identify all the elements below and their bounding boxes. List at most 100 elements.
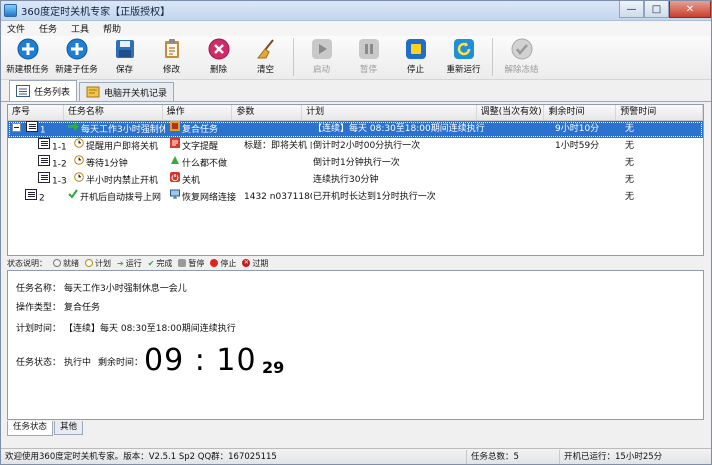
minimize-button[interactable]: — <box>619 1 644 18</box>
start-button[interactable]: 启动 <box>298 36 345 75</box>
toolbar-separator <box>293 38 294 76</box>
delete-button[interactable]: 删除 <box>195 36 242 75</box>
collapse-icon[interactable] <box>12 122 21 139</box>
col-no[interactable]: 序号 <box>8 105 64 120</box>
ready-icon <box>53 259 61 267</box>
app-icon <box>4 4 17 17</box>
list-icon <box>38 138 50 155</box>
plus-circle-icon <box>66 38 88 60</box>
task-grid: 序号 任务名称 操作 参数 计划 调整(当次有效) 剩余时间 预警时间 1 每天… <box>7 104 704 256</box>
maximize-button[interactable]: □ <box>644 1 669 18</box>
stop-icon <box>210 259 219 267</box>
menu-tools[interactable]: 工具 <box>71 22 89 35</box>
stop-icon <box>405 38 427 60</box>
tab-power-log[interactable]: 电脑开关机记录 <box>79 82 175 101</box>
main-window: 360度定时关机专家【正版授权】 — □ ✕ 文件 任务 工具 帮助 新建根任务… <box>0 0 712 465</box>
clock-icon <box>74 155 84 172</box>
composite-task-icon <box>170 121 180 138</box>
network-icon <box>170 189 180 206</box>
col-plan[interactable]: 计划 <box>302 105 477 120</box>
running-arrow-icon <box>68 121 79 138</box>
rerun-button[interactable]: 重新运行 <box>439 36 488 75</box>
task-list-icon <box>16 85 30 97</box>
countdown-seconds: 29 <box>262 358 285 377</box>
task-name-label: 任务名称： <box>16 284 62 294</box>
table-row[interactable]: 1-3 半小时内禁止开机 关机 连续执行30分钟 无 <box>8 172 703 189</box>
clear-button[interactable]: 清空 <box>242 36 289 75</box>
plan-time-value: 【连续】每天 08:30至18:00期间连续执行 <box>64 324 236 334</box>
tab-task-list[interactable]: 任务列表 <box>9 80 78 101</box>
task-status-label: 任务状态： <box>16 358 62 368</box>
countdown-timer: 09 : 10 <box>144 343 257 378</box>
legend-running: ➔ 运行 <box>117 258 142 268</box>
col-name[interactable]: 任务名称 <box>64 105 163 120</box>
task-detail-panel: 任务名称： 每天工作3小时强制休息一会儿 操作类型： 复合任务 计划时间： 【连… <box>7 270 704 420</box>
legend-ready: 就绪 <box>53 258 79 269</box>
running-arrow-icon: ➔ <box>117 258 124 268</box>
legend-paused: 暂停 <box>178 258 204 269</box>
menu-task[interactable]: 任务 <box>39 22 57 35</box>
menu-help[interactable]: 帮助 <box>103 22 121 35</box>
toolbar-separator <box>492 38 493 76</box>
pause-button[interactable]: 暂停 <box>345 36 392 75</box>
col-warn[interactable]: 预警时间 <box>616 105 703 120</box>
stop-button[interactable]: 停止 <box>392 36 439 75</box>
unfreeze-icon <box>511 38 533 60</box>
table-row[interactable]: 1 每天工作3小时强制休息 复合任务 【连续】每天 08:30至18:00期间连… <box>8 121 703 138</box>
task-name-value: 每天工作3小时强制休息一会儿 <box>64 284 187 294</box>
legend-done: ✔ 完成 <box>147 258 173 268</box>
check-icon <box>68 189 78 206</box>
shutdown-icon <box>170 172 180 189</box>
text-reminder-icon <box>170 138 180 155</box>
clock-icon <box>85 259 93 267</box>
new-sub-task-button[interactable]: 新建子任务 <box>52 36 101 75</box>
clock-icon <box>74 172 84 189</box>
status-legend: 状态说明： 就绪 计划 ➔ 运行 ✔ 完成 暂停 停止 ✕ 过期 <box>7 257 704 269</box>
col-op[interactable]: 操作 <box>163 105 233 120</box>
task-count: 任务总数：5 <box>467 449 560 464</box>
list-icon <box>25 189 37 206</box>
uptime: 开机已运行：15小时25分 <box>564 451 663 462</box>
operation-type-value: 复合任务 <box>64 303 101 313</box>
bottom-tabs: 任务状态 其他 <box>7 421 84 436</box>
plus-circle-icon <box>17 38 39 60</box>
legend-expired: ✕ 过期 <box>242 258 269 268</box>
welcome-text: 欢迎使用360度定时关机专家。版本：V2.5.1 Sp2 QQ群：1670251… <box>1 449 467 464</box>
edit-clipboard-icon <box>161 38 183 60</box>
plan-time-label: 计划时间： <box>16 324 62 334</box>
remaining-time-label: 剩余时间： <box>98 358 144 368</box>
legend-stopped: 停止 <box>210 258 236 269</box>
edit-button[interactable]: 修改 <box>148 36 195 75</box>
pause-icon <box>358 38 380 60</box>
tab-other[interactable]: 其他 <box>54 421 84 435</box>
col-adjust[interactable]: 调整(当次有效) <box>477 105 545 120</box>
grid-header: 序号 任务名称 操作 参数 计划 调整(当次有效) 剩余时间 预警时间 <box>8 105 703 121</box>
pause-icon <box>178 259 187 267</box>
check-icon: ✔ <box>147 258 155 268</box>
col-remain[interactable]: 剩余时间 <box>544 105 617 120</box>
menu-file[interactable]: 文件 <box>7 22 25 35</box>
save-icon <box>114 38 136 60</box>
task-status-value: 执行中 <box>64 358 92 368</box>
legend-title: 状态说明： <box>7 258 47 268</box>
col-param[interactable]: 参数 <box>232 105 303 120</box>
expired-icon: ✕ <box>242 259 251 267</box>
idle-icon <box>170 155 180 172</box>
save-button[interactable]: 保存 <box>101 36 148 75</box>
rerun-icon <box>453 38 475 60</box>
toolbar: 新建根任务 新建子任务 保存 修改 删除 清空 启动 暂停 停止 重新运行 解除… <box>1 36 711 80</box>
status-bar: 欢迎使用360度定时关机专家。版本：V2.5.1 Sp2 QQ群：1670251… <box>1 448 711 464</box>
broom-icon <box>255 38 277 60</box>
new-root-task-button[interactable]: 新建根任务 <box>3 36 52 75</box>
unfreeze-button[interactable]: 解除冻结 <box>497 36 546 75</box>
title-bar: 360度定时关机专家【正版授权】 — □ ✕ <box>1 1 711 21</box>
menu-bar: 文件 任务 工具 帮助 <box>1 21 711 36</box>
table-row[interactable]: 2 开机后自动拨号上网 恢复网络连接 1432 n03711801: 已开机时长… <box>8 189 703 206</box>
window-title: 360度定时关机专家【正版授权】 <box>21 7 171 18</box>
table-row[interactable]: 1-1 提醒用户即将关机 文字提醒 标题：即将关机 内 倒计时2小时00分执行一… <box>8 138 703 155</box>
play-icon <box>311 38 333 60</box>
tab-task-status[interactable]: 任务状态 <box>7 421 54 436</box>
table-row[interactable]: 1-2 等待1分钟 什么都不做 倒计时1分钟执行一次 无 <box>8 155 703 172</box>
legend-planned: 计划 <box>85 258 111 269</box>
close-button[interactable]: ✕ <box>669 1 711 18</box>
